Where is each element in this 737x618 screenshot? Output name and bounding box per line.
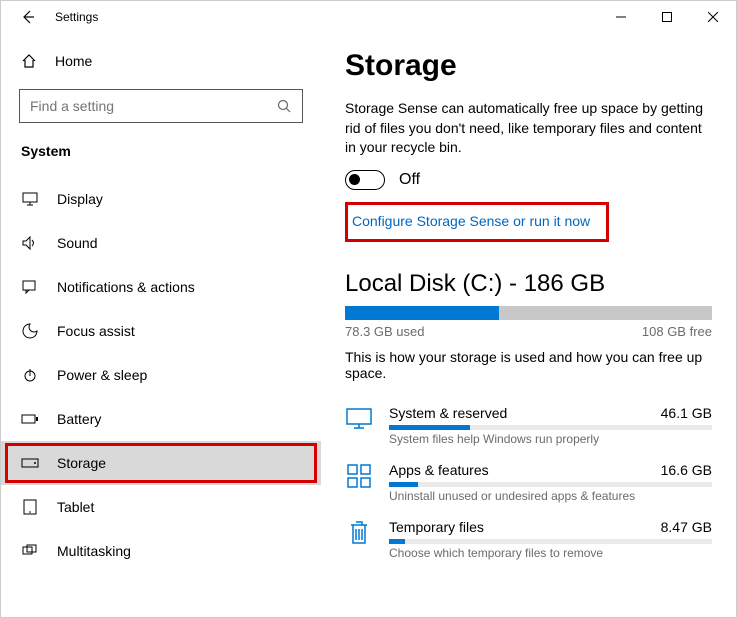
home-label: Home (55, 53, 92, 69)
power-icon (21, 367, 39, 383)
category-hint: Choose which temporary files to remove (389, 546, 712, 560)
storage-sense-toggle-row: Off (345, 170, 712, 190)
sidebar-item-label: Power & sleep (57, 367, 147, 383)
sidebar-item-focus-assist[interactable]: Focus assist (1, 309, 321, 353)
home-nav[interactable]: Home (1, 41, 321, 81)
multitasking-icon (21, 544, 39, 558)
category-name: System & reserved (389, 405, 507, 421)
tablet-icon (21, 499, 39, 515)
notifications-icon (21, 280, 39, 294)
highlight-box: Configure Storage Sense or run it now (345, 202, 609, 242)
category-temporary-files[interactable]: Temporary files 8.47 GB Choose which tem… (345, 511, 712, 568)
category-system-reserved[interactable]: System & reserved 46.1 GB System files h… (345, 397, 712, 454)
sidebar-item-storage[interactable]: Storage (1, 441, 321, 485)
sidebar-item-battery[interactable]: Battery (1, 397, 321, 441)
page-title: Storage (345, 49, 712, 83)
apps-icon (345, 462, 373, 490)
category-name: Apps & features (389, 462, 489, 478)
nav-list: Display Sound Notifications & actions Fo… (1, 177, 321, 573)
highlight-box (5, 443, 317, 483)
toggle-state-label: Off (399, 171, 420, 189)
system-icon (345, 405, 373, 433)
minimize-button[interactable] (598, 1, 644, 33)
search-icon (276, 98, 292, 114)
disk-used-label: 78.3 GB used (345, 324, 425, 339)
category-hint: System files help Windows run properly (389, 432, 712, 446)
sidebar-item-multitasking[interactable]: Multitasking (1, 529, 321, 573)
sidebar-item-power-sleep[interactable]: Power & sleep (1, 353, 321, 397)
sidebar-item-sound[interactable]: Sound (1, 221, 321, 265)
disk-heading: Local Disk (C:) - 186 GB (345, 270, 712, 298)
sidebar-item-label: Display (57, 191, 103, 207)
content-pane: Storage Storage Sense can automatically … (321, 33, 736, 617)
category-apps-features[interactable]: Apps & features 16.6 GB Uninstall unused… (345, 454, 712, 511)
back-button[interactable] (13, 9, 43, 25)
maximize-button[interactable] (644, 1, 690, 33)
category-heading: System (1, 135, 321, 167)
storage-sense-toggle[interactable] (345, 170, 385, 190)
sidebar-item-label: Focus assist (57, 323, 135, 339)
battery-icon (21, 413, 39, 425)
sidebar-item-label: Sound (57, 235, 97, 251)
sidebar-item-notifications[interactable]: Notifications & actions (1, 265, 321, 309)
window-title: Settings (55, 10, 98, 24)
search-box[interactable] (19, 89, 303, 123)
sidebar-item-label: Tablet (57, 499, 94, 515)
configure-storage-sense-link[interactable]: Configure Storage Sense or run it now (352, 213, 590, 229)
storage-icon (21, 458, 39, 468)
sound-icon (21, 236, 39, 250)
storage-sense-description: Storage Sense can automatically free up … (345, 99, 712, 158)
sidebar: Home System Display Sound (1, 33, 321, 617)
category-name: Temporary files (389, 519, 484, 535)
sidebar-item-label: Battery (57, 411, 101, 427)
search-input[interactable] (30, 98, 276, 114)
disk-usage-bar (345, 306, 712, 320)
focus-assist-icon (21, 323, 39, 339)
sidebar-item-tablet[interactable]: Tablet (1, 485, 321, 529)
home-icon (21, 53, 37, 69)
disk-free-label: 108 GB free (642, 324, 712, 339)
category-size: 46.1 GB (661, 405, 712, 421)
titlebar: Settings (1, 1, 736, 33)
usage-description: This is how your storage is used and how… (345, 349, 712, 381)
close-button[interactable] (690, 1, 736, 33)
sidebar-item-label: Storage (57, 455, 106, 471)
sidebar-item-display[interactable]: Display (1, 177, 321, 221)
category-size: 16.6 GB (661, 462, 712, 478)
disk-usage-fill (345, 306, 499, 320)
display-icon (21, 192, 39, 206)
trash-icon (345, 519, 373, 547)
category-hint: Uninstall unused or undesired apps & fea… (389, 489, 712, 503)
sidebar-item-label: Multitasking (57, 543, 131, 559)
category-size: 8.47 GB (661, 519, 712, 535)
sidebar-item-label: Notifications & actions (57, 279, 195, 295)
